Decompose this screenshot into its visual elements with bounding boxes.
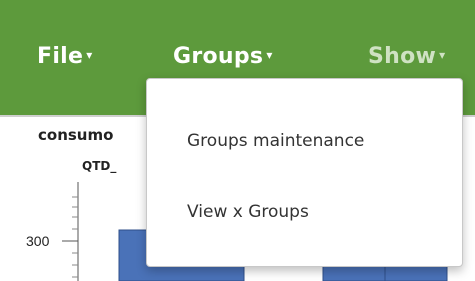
show-menu[interactable]: Show ▾ [368,44,445,78]
menu-item-view-x-groups[interactable]: View x Groups [147,190,462,234]
show-menu-label: Show [368,44,437,69]
groups-menu-label: Groups [173,44,264,69]
chevron-down-icon: ▾ [86,48,93,62]
bar [322,264,386,281]
y-tick-label: 300 [26,233,50,249]
menu-item-groups-maintenance[interactable]: Groups maintenance [147,119,462,163]
bar [384,264,448,281]
chevron-down-icon: ▾ [266,48,273,62]
groups-dropdown-menu: Groups maintenance View x Groups [146,78,463,267]
chevron-down-icon: ▾ [439,48,446,62]
groups-menu[interactable]: Groups ▾ [173,44,273,78]
file-menu[interactable]: File ▾ [37,44,93,78]
file-menu-label: File [37,44,84,69]
